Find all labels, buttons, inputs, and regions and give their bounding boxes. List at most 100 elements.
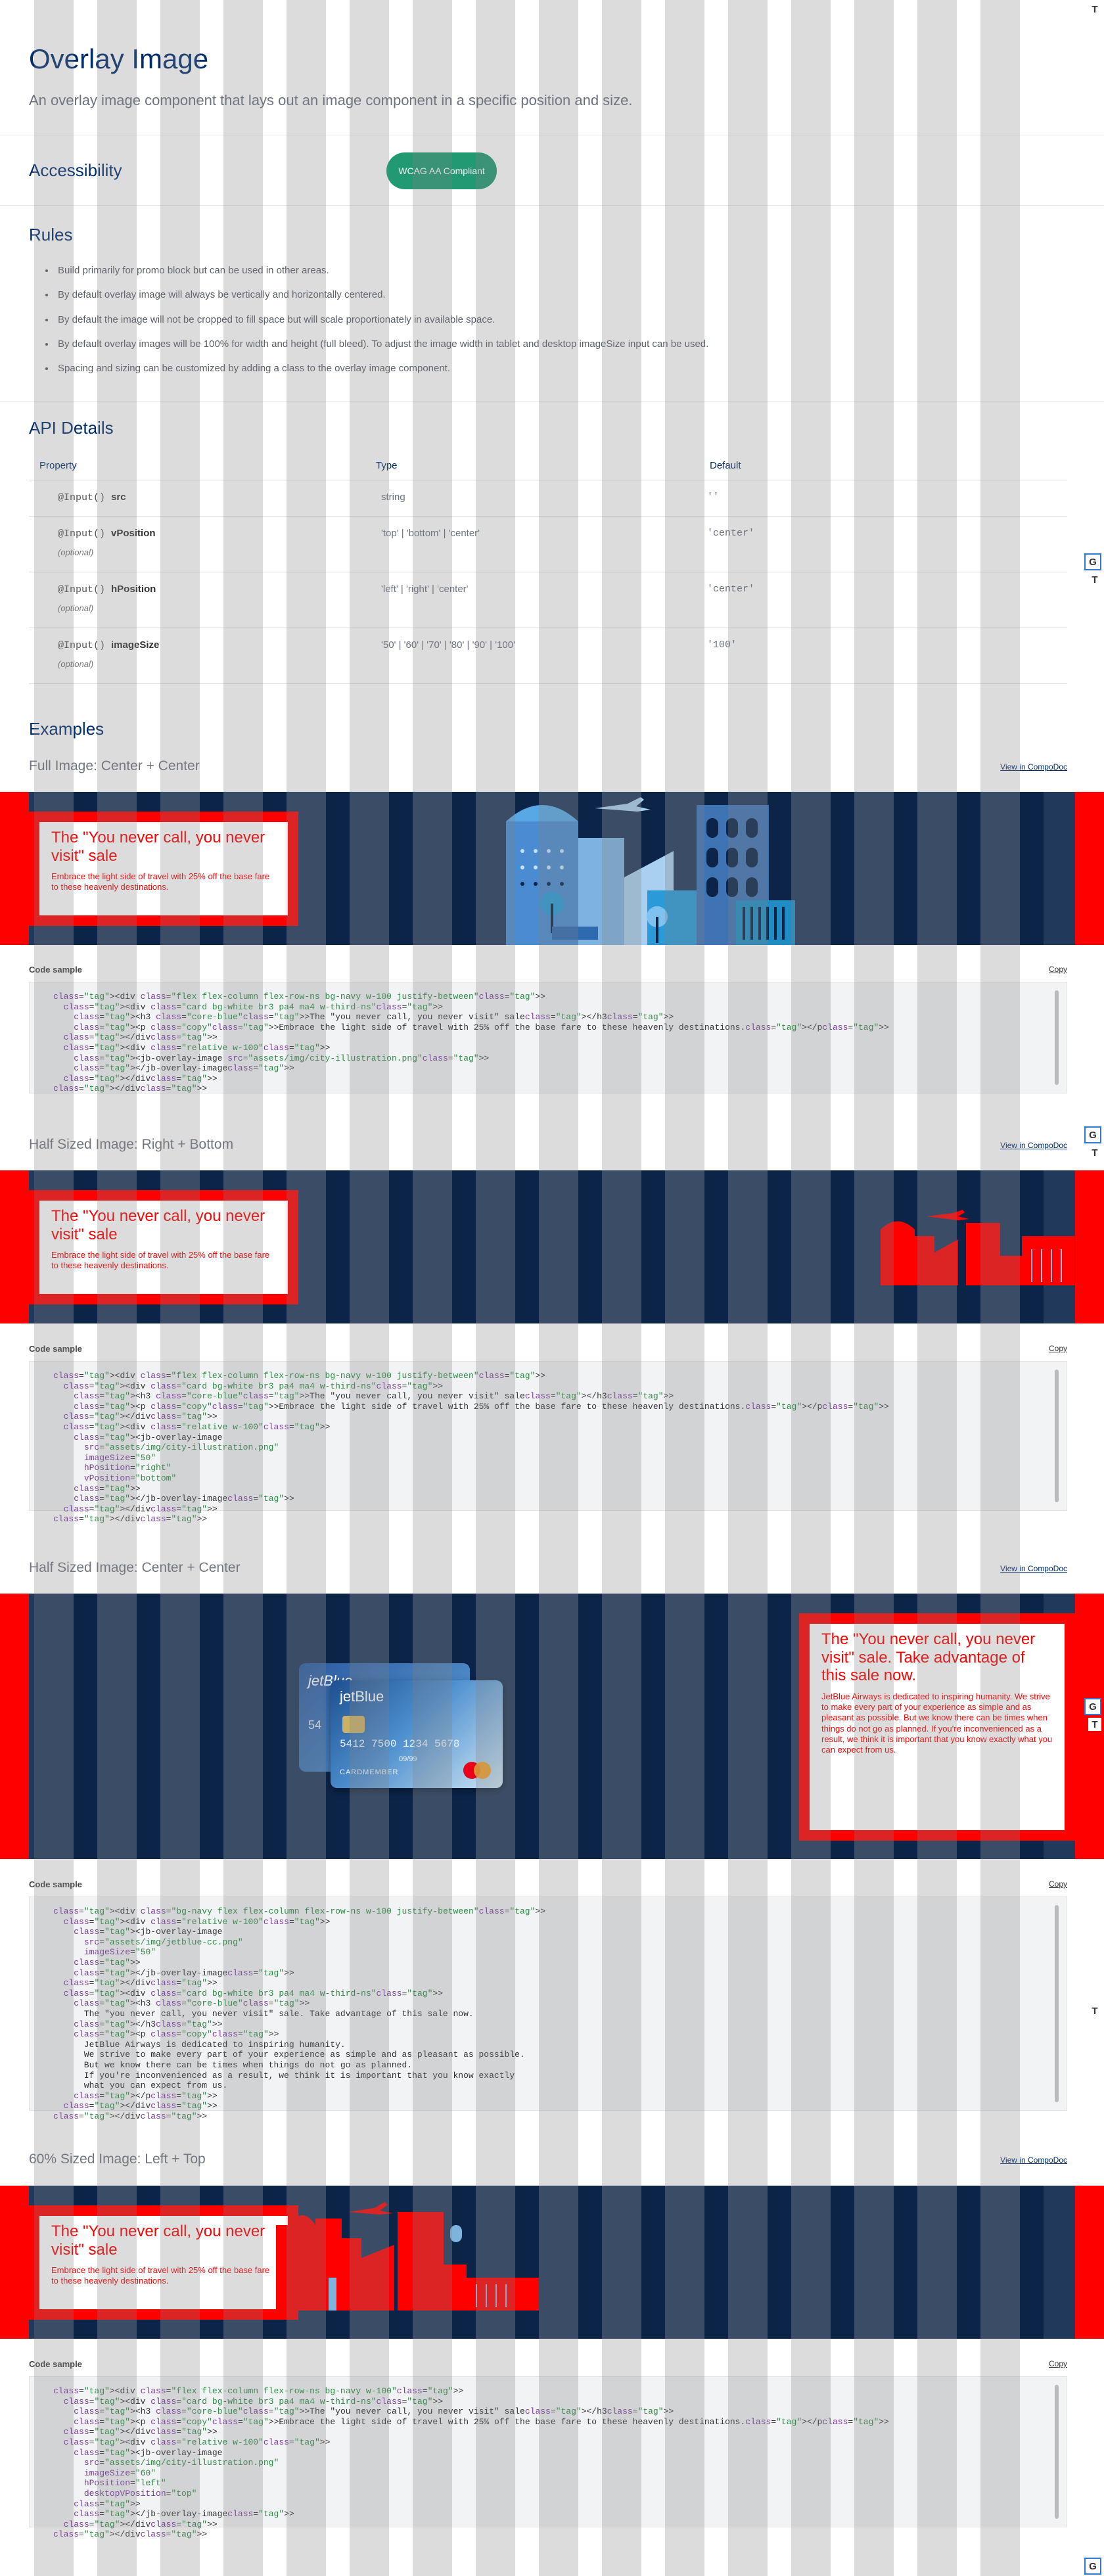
debug-margin bbox=[1075, 2186, 1104, 2339]
code-scrollbar[interactable] bbox=[1055, 990, 1059, 1085]
code-scrollbar[interactable] bbox=[1055, 1905, 1059, 2102]
banner-band bbox=[1020, 792, 1044, 945]
credit-card-front: jetBlue 5412 7500 1234 5678 09/99 CARDME… bbox=[331, 1680, 503, 1788]
mastercard-logo bbox=[463, 1762, 492, 1779]
rule-item: Build primarily for promo block but can … bbox=[55, 263, 778, 278]
code-text: class="tag"><div class="flex flex-column… bbox=[53, 992, 889, 1094]
promo-card-title: The "You never call, you never visit" sa… bbox=[51, 1207, 265, 1243]
credit-card-chip bbox=[342, 1716, 365, 1733]
api-property-name: imageSize bbox=[111, 639, 160, 651]
debug-margin bbox=[0, 2186, 29, 2339]
rule-item: Spacing and sizing can be customized by … bbox=[55, 361, 778, 376]
api-row-divider bbox=[29, 516, 1067, 517]
credit-card-image: jetBlue 54 jetBlue 5412 7500 1234 5678 0… bbox=[299, 1663, 503, 1788]
banner-band bbox=[894, 792, 917, 945]
banner-band bbox=[704, 1170, 728, 1323]
banner-band bbox=[957, 792, 980, 945]
credit-card-holder: CARDMEMBER bbox=[340, 1768, 399, 1776]
banner-band bbox=[578, 1594, 602, 1859]
grid-toggle-t[interactable]: T bbox=[1088, 1146, 1101, 1159]
api-property-cell: @Input() src bbox=[58, 492, 126, 503]
page-lead: An overlay image component that lays out… bbox=[29, 92, 633, 108]
banner-band bbox=[389, 1170, 413, 1323]
api-col-default: Default bbox=[710, 460, 741, 471]
credit-card-expiry: 09/99 bbox=[399, 1755, 417, 1763]
banner-band bbox=[704, 2186, 728, 2339]
copy-button[interactable]: Copy bbox=[1049, 965, 1067, 974]
code-scrollbar[interactable] bbox=[1055, 2385, 1059, 2519]
grid-toggle-t[interactable]: T bbox=[1088, 2004, 1101, 2017]
debug-margin bbox=[1075, 792, 1104, 945]
promo-card: The "You never call, you never visit" sa… bbox=[29, 812, 298, 926]
api-property-name: hPosition bbox=[111, 584, 156, 595]
page-title: Overlay Image bbox=[29, 43, 209, 74]
code-text: class="tag"><div class="bg-navy flex fle… bbox=[53, 1906, 546, 2121]
code-sample-label: Code sample bbox=[29, 1879, 82, 1889]
view-compodoc-link[interactable]: View in CompoDoc bbox=[1000, 762, 1067, 771]
copy-button[interactable]: Copy bbox=[1049, 1879, 1067, 1889]
api-row-divider bbox=[29, 683, 1067, 684]
banner-band bbox=[768, 1594, 791, 1859]
divider bbox=[0, 205, 1104, 206]
code-sample-label: Code sample bbox=[29, 1344, 82, 1354]
promo-card-title: The "You never call, you never visit" sa… bbox=[821, 1630, 1036, 1685]
copy-button[interactable]: Copy bbox=[1049, 1344, 1067, 1353]
api-property-cell: @Input() imageSize bbox=[58, 639, 159, 651]
banner-band bbox=[389, 792, 413, 945]
banner-band bbox=[1020, 2186, 1044, 2339]
api-type-cell: 'left' | 'right' | 'center' bbox=[381, 584, 469, 595]
banner-band bbox=[326, 1170, 350, 1323]
promo-card: The "You never call, you never visit" sa… bbox=[799, 1613, 1075, 1841]
code-block[interactable]: class="tag"><div class="flex flex-column… bbox=[29, 1361, 1067, 1524]
divider bbox=[0, 401, 1104, 402]
grid-toggle-t[interactable]: T bbox=[1088, 1718, 1101, 1731]
code-scrollbar[interactable] bbox=[1055, 1369, 1059, 1502]
promo-card-title: The "You never call, you never visit" sa… bbox=[51, 2222, 265, 2259]
code-block[interactable]: class="tag"><div class="flex flex-column… bbox=[29, 982, 1067, 1093]
credit-card-number-partial: 54 bbox=[308, 1718, 322, 1732]
grid-toggle-t[interactable]: T bbox=[1088, 573, 1101, 586]
example-banner-2: The "You never call, you never visit" sa… bbox=[0, 1170, 1104, 1323]
api-type-cell: 'top' | 'bottom' | 'center' bbox=[381, 528, 480, 539]
example-title: 60% Sized Image: Left + Top bbox=[29, 2151, 206, 2167]
api-type-cell: string bbox=[381, 492, 405, 503]
copy-button[interactable]: Copy bbox=[1049, 2359, 1067, 2368]
banner-band bbox=[641, 1170, 665, 1323]
view-compodoc-link[interactable]: View in CompoDoc bbox=[1000, 2155, 1067, 2165]
code-block[interactable]: class="tag"><div class="bg-navy flex fle… bbox=[29, 1897, 1067, 2121]
promo-card: The "You never call, you never visit" sa… bbox=[29, 1190, 298, 1304]
credit-card-brand: jetBlue bbox=[340, 1688, 384, 1705]
api-optional-label: (optional) bbox=[58, 603, 94, 613]
code-block[interactable]: class="tag"><div class="flex flex-column… bbox=[29, 2376, 1067, 2539]
grid-toggle-g[interactable]: G bbox=[1084, 553, 1101, 570]
banner-band bbox=[831, 1170, 854, 1323]
banner-band bbox=[515, 1594, 539, 1859]
api-property-name: vPosition bbox=[111, 528, 156, 539]
example-title: Half Sized Image: Center + Center bbox=[29, 1560, 241, 1575]
rule-item: By default overlay images will be 100% f… bbox=[55, 336, 778, 352]
api-type-cell: '50' | '60' | '70' | '80' | '90' | '100' bbox=[381, 639, 515, 651]
banner-band bbox=[452, 1170, 476, 1323]
api-optional-label: (optional) bbox=[58, 547, 94, 557]
grid-toggle-g[interactable]: G bbox=[1084, 1126, 1101, 1143]
api-col-property: Property bbox=[39, 460, 77, 471]
promo-card-title: The "You never call, you never visit" sa… bbox=[51, 829, 265, 865]
banner-band bbox=[578, 1170, 602, 1323]
promo-card-copy: JetBlue Airways is dedicated to inspirin… bbox=[821, 1691, 1053, 1755]
debug-margin bbox=[1075, 1170, 1104, 1323]
grid-toggle-t[interactable]: T bbox=[1088, 3, 1101, 16]
debug-margin bbox=[0, 1594, 29, 1859]
example-banner-4: The "You never call, you never visit" sa… bbox=[0, 2186, 1104, 2339]
code-text: class="tag"><div class="flex flex-column… bbox=[53, 1371, 889, 1525]
banner-band bbox=[452, 792, 476, 945]
banner-band bbox=[578, 2186, 602, 2339]
grid-toggle-g[interactable]: G bbox=[1084, 2558, 1101, 2575]
view-compodoc-link[interactable]: View in CompoDoc bbox=[1000, 1141, 1067, 1150]
example-title: Full Image: Center + Center bbox=[29, 758, 200, 773]
api-property-cell: @Input() vPosition bbox=[58, 528, 156, 540]
banner-band bbox=[74, 1594, 97, 1859]
banner-band bbox=[831, 2186, 854, 2339]
view-compodoc-link[interactable]: View in CompoDoc bbox=[1000, 1564, 1067, 1573]
grid-toggle-g[interactable]: G bbox=[1084, 1698, 1101, 1715]
api-property-name: src bbox=[111, 492, 126, 503]
